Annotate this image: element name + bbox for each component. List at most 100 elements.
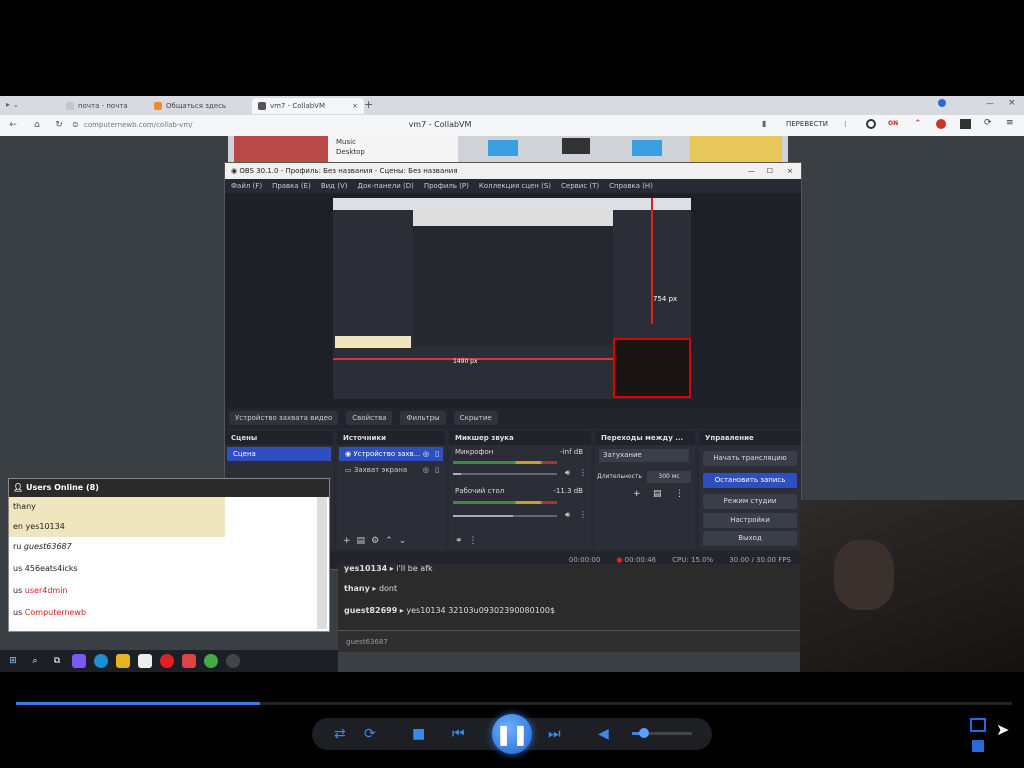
more-icon[interactable]: ⋮ (579, 468, 587, 477)
studio-mode-button[interactable]: Режим студии (703, 494, 797, 509)
filters-button[interactable]: Фильтры (400, 411, 446, 425)
volume-slider[interactable] (632, 728, 692, 738)
volume-knob[interactable] (639, 728, 649, 738)
previous-icon[interactable]: ⏮ (452, 722, 465, 746)
user-item[interactable]: us user4dmin (9, 581, 225, 601)
source-item-screen-capture[interactable]: ▭ Захват экрана ◎ ▯ (339, 463, 443, 477)
profile-icon[interactable] (938, 99, 946, 107)
stop-recording-button[interactable]: Остановить запись (703, 473, 797, 488)
mute-icon[interactable]: ◀ (598, 722, 609, 746)
user-item[interactable]: us 456eats4icks (9, 559, 225, 579)
app-icon[interactable] (72, 654, 86, 668)
lock-icon[interactable]: ▯ (435, 463, 439, 477)
chat-input[interactable]: guest63687 (338, 630, 800, 652)
tab-collabvm[interactable]: vm7 - CollabVM × (252, 98, 364, 114)
up-icon[interactable]: ⌃ (385, 536, 393, 546)
user-item[interactable]: ru guest63687 (9, 537, 225, 557)
source-item-video-capture[interactable]: ◉ Устройство захв... ◎ ▯ (339, 447, 443, 461)
user-item[interactable]: en yes10134 (9, 517, 225, 537)
menu-tools[interactable]: Сервис (T) (561, 179, 599, 193)
shuffle-icon[interactable]: ⇄ (334, 722, 346, 746)
hide-button[interactable]: Скрытие (453, 411, 498, 425)
start-icon[interactable]: ⊞ (6, 654, 20, 668)
repeat-icon[interactable]: ⟳ (364, 722, 376, 746)
menu-icon[interactable]: ≡ (1006, 118, 1014, 128)
tab-mail[interactable]: почта - почта (60, 98, 134, 114)
obs-taskbar-icon[interactable] (226, 654, 240, 668)
menu-profile[interactable]: Профиль (P) (424, 179, 469, 193)
user-item[interactable]: thany (9, 497, 225, 517)
speaker-icon[interactable]: 🔊︎ (565, 468, 570, 478)
eye-icon[interactable]: ◎ (423, 463, 429, 477)
volume-slider[interactable] (453, 515, 557, 517)
add-icon[interactable]: + (633, 489, 641, 499)
reload-icon[interactable]: ↻ (52, 118, 66, 132)
site-info-icon[interactable]: ⊜ (72, 120, 79, 129)
extension-red-icon[interactable]: ON (888, 120, 898, 127)
back-icon[interactable]: ← (6, 118, 20, 132)
menu-docks[interactable]: Док-панели (D) (357, 179, 413, 193)
extension-orange-icon[interactable] (936, 119, 946, 129)
lock-icon[interactable]: ▯ (435, 447, 439, 461)
translate-button[interactable]: ПЕРЕВЕСТИ (786, 120, 828, 128)
start-streaming-button[interactable]: Начать трансляцию (703, 451, 797, 466)
explorer-icon[interactable] (116, 654, 130, 668)
extension-circle-icon[interactable] (866, 119, 876, 129)
url-field[interactable]: computernewb.com/collab-vm/ (84, 118, 204, 132)
folder-music[interactable]: Music (328, 136, 458, 148)
transition-select[interactable]: Затухание (599, 449, 689, 462)
chrome-icon[interactable] (204, 654, 218, 668)
close-window-icon[interactable]: × (1008, 98, 1016, 108)
properties-button[interactable]: Свойства (346, 411, 393, 425)
new-tab-button[interactable]: + (364, 98, 373, 111)
menu-view[interactable]: Вид (V) (321, 179, 348, 193)
obs-preview[interactable]: 1490 px 754 px (225, 193, 801, 407)
home-icon[interactable]: ⌂ (30, 118, 44, 132)
pause-button[interactable]: ❚❚ (492, 714, 532, 754)
store-icon[interactable] (138, 654, 152, 668)
refresh-extension-icon[interactable]: ⟳ (984, 118, 992, 128)
extension-gamepad-icon[interactable] (960, 119, 971, 129)
folder-desktop[interactable]: Desktop (328, 148, 458, 156)
obs-maximize-icon[interactable]: ☐ (767, 163, 773, 179)
webcam-source-selected[interactable] (613, 338, 691, 398)
gear-icon[interactable]: ⚙ (371, 536, 379, 546)
fullscreen-icon[interactable] (972, 740, 984, 752)
more-icon[interactable]: ⋮ (579, 510, 587, 519)
link-icon[interactable]: ⚭ (455, 536, 463, 546)
seek-bar[interactable] (16, 702, 1012, 705)
extensions-icon[interactable]: ⁝ (844, 120, 847, 129)
yandex-icon[interactable] (160, 654, 174, 668)
switch-to-library-icon[interactable] (970, 718, 986, 732)
user-item[interactable]: us Computernewb (9, 603, 225, 623)
close-tab-icon[interactable]: × (352, 102, 358, 110)
obs-minimize-icon[interactable]: — (748, 163, 755, 179)
task-view-icon[interactable]: ⧉ (50, 654, 64, 668)
trash-icon[interactable]: ▤ (357, 536, 366, 546)
menu-file[interactable]: Файл (F) (231, 179, 262, 193)
scene-item[interactable]: Сцена (227, 447, 331, 461)
more-icon[interactable]: ⋮ (675, 489, 684, 499)
tab-chat[interactable]: Общаться здесь (148, 98, 232, 114)
extension-arrow-icon[interactable]: ⌃ (914, 119, 922, 129)
volume-slider[interactable] (453, 473, 557, 475)
trash-icon[interactable]: ▤ (653, 489, 662, 499)
exit-button[interactable]: Выход (703, 531, 797, 546)
add-icon[interactable]: + (343, 536, 351, 546)
speaker-icon[interactable]: 🔊︎ (565, 510, 570, 520)
menu-help[interactable]: Справка (H) (609, 179, 653, 193)
obs-close-icon[interactable]: × (787, 163, 793, 179)
tab-actions-icon[interactable]: ▸ ⌄ (6, 100, 19, 109)
next-icon[interactable]: ⏭ (548, 722, 561, 746)
menu-scene-collection[interactable]: Коллекция сцен (S) (479, 179, 551, 193)
stop-icon[interactable]: ■ (412, 722, 425, 746)
bookmark-icon[interactable]: ▮ (762, 119, 766, 128)
duration-input[interactable]: 300 мс (647, 471, 691, 483)
search-icon[interactable]: ⌕ (28, 654, 42, 668)
more-icon[interactable]: ⋮ (469, 536, 478, 546)
edge-icon[interactable] (94, 654, 108, 668)
minimize-icon[interactable]: — (986, 99, 994, 108)
eye-icon[interactable]: ◎ (423, 447, 429, 461)
menu-edit[interactable]: Правка (E) (272, 179, 311, 193)
app-icon[interactable] (182, 654, 196, 668)
